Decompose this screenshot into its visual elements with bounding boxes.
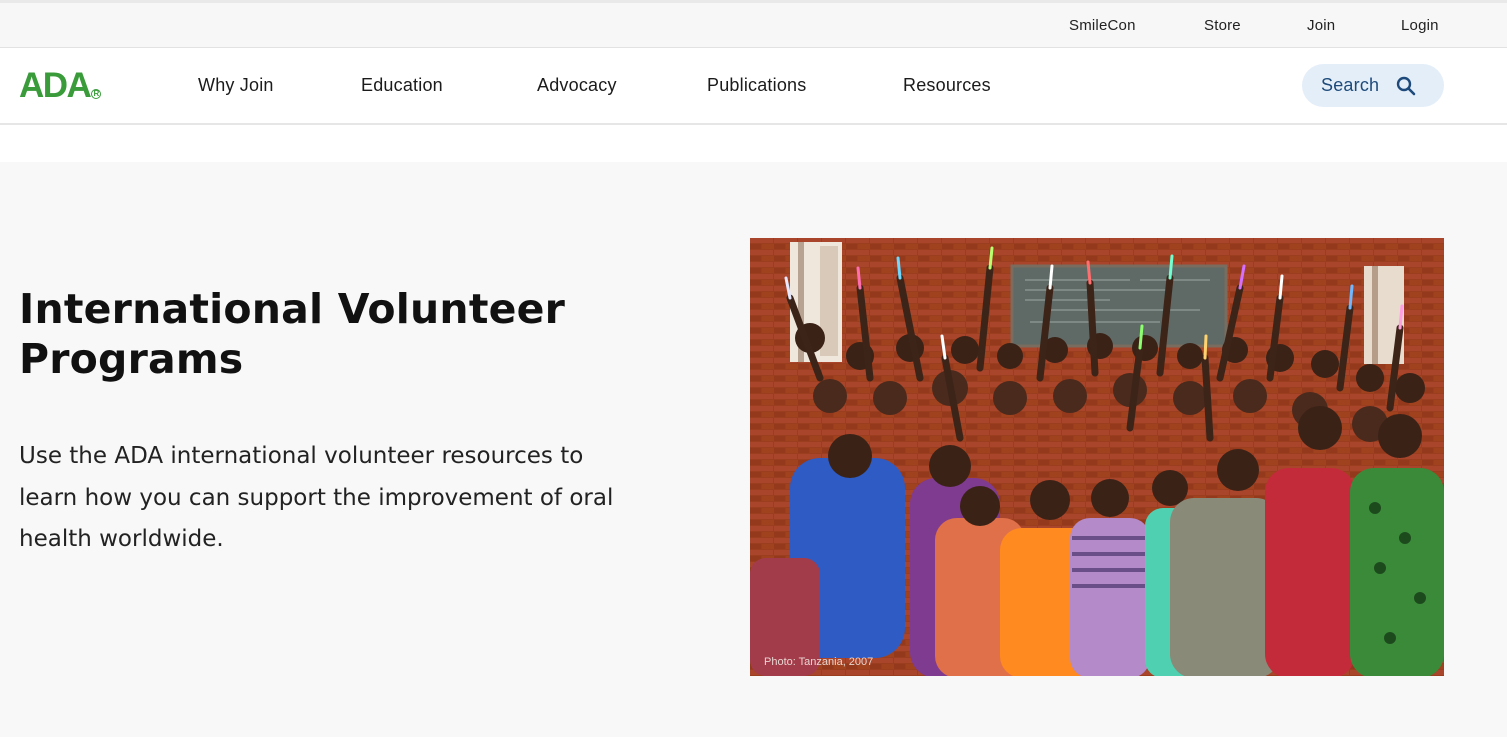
logo-text: ADA xyxy=(19,66,92,105)
search-icon xyxy=(1396,76,1416,96)
utility-bar: SmileCon Store Join Login xyxy=(0,3,1507,48)
utility-link-smilecon[interactable]: SmileCon xyxy=(1069,3,1136,47)
nav-item-why-join[interactable]: Why Join xyxy=(198,48,274,123)
registered-mark-icon: R xyxy=(91,89,102,99)
spacer xyxy=(0,125,1507,162)
nav-item-resources[interactable]: Resources xyxy=(903,48,991,123)
hero-description: Use the ADA international volunteer reso… xyxy=(19,443,614,552)
photo-caption: Photo: Tanzania, 2007 xyxy=(764,656,874,668)
nav-item-advocacy[interactable]: Advocacy xyxy=(537,48,617,123)
search-button[interactable]: Search xyxy=(1302,64,1444,107)
nav-item-education[interactable]: Education xyxy=(361,48,443,123)
search-label: Search xyxy=(1321,75,1380,95)
ada-logo[interactable]: ADA R xyxy=(19,66,102,105)
hero-photo: Photo: Tanzania, 2007 xyxy=(750,238,1444,676)
classroom-photo-illustration xyxy=(750,238,1444,676)
hero-section: International Volunteer Programs Use the… xyxy=(0,162,1507,737)
utility-link-store[interactable]: Store xyxy=(1204,3,1241,47)
utility-link-login[interactable]: Login xyxy=(1401,3,1439,47)
nav-item-publications[interactable]: Publications xyxy=(707,48,806,123)
main-navigation: ADA R Why Join Education Advocacy Publica… xyxy=(0,48,1507,125)
utility-link-join[interactable]: Join xyxy=(1307,3,1335,47)
page-title: International Volunteer Programs xyxy=(19,285,566,383)
